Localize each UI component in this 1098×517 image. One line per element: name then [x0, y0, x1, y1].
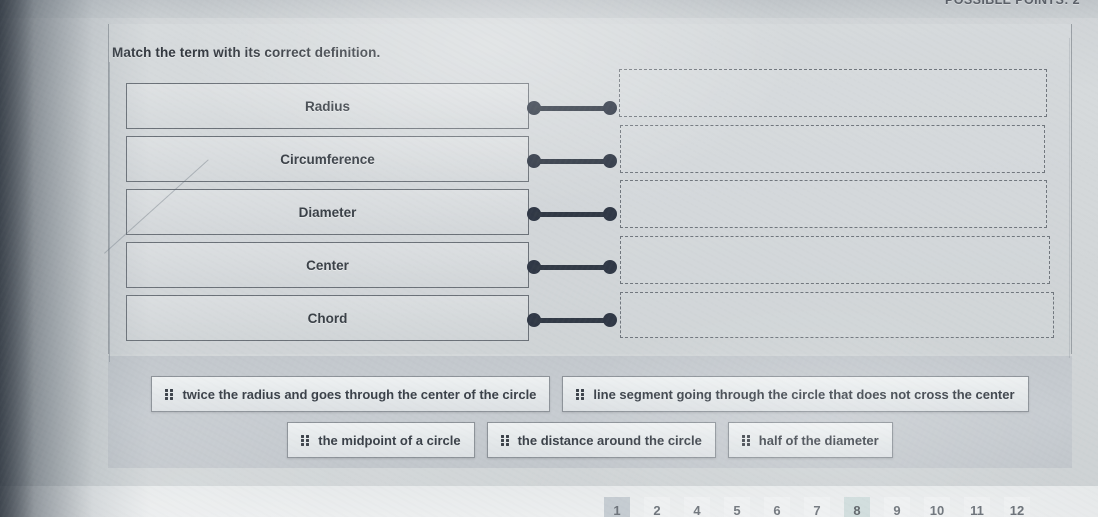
- pagination-page[interactable]: 10: [924, 497, 950, 517]
- drag-handle-icon[interactable]: [576, 388, 585, 400]
- pagination-page[interactable]: 6: [764, 497, 790, 517]
- pagination-page[interactable]: 7: [804, 497, 830, 517]
- pagination-page[interactable]: 4: [684, 497, 710, 517]
- connector-bar-icon: [533, 105, 611, 111]
- answer-chip-label: line segment going through the circle th…: [593, 386, 1015, 402]
- pagination-page[interactable]: 9: [884, 497, 910, 517]
- answer-bank-row-1: twice the radius and goes through the ce…: [108, 376, 1072, 412]
- pagination-page[interactable]: 1: [604, 497, 630, 517]
- pagination-page[interactable]: 11: [964, 497, 990, 517]
- connector-knob-right-icon: [603, 260, 617, 274]
- term-label: Diameter: [298, 204, 357, 220]
- answer-bank: twice the radius and goes through the ce…: [108, 356, 1072, 468]
- term-box-circumference[interactable]: Circumference: [126, 136, 529, 182]
- connector-line-icon: [527, 313, 617, 327]
- match-row: Center: [0, 236, 1098, 290]
- drag-handle-icon[interactable]: [741, 434, 750, 446]
- connector-knob-right-icon: [603, 313, 617, 327]
- answer-chip-distance-around[interactable]: the distance around the circle: [486, 422, 716, 458]
- match-rows: Radius Circumference Diameter Center Cho…: [0, 0, 1098, 360]
- answer-chip-twice-the-radius[interactable]: twice the radius and goes through the ce…: [151, 376, 551, 412]
- connector-line-icon: [527, 207, 617, 221]
- connector-knob-right-icon: [603, 154, 617, 168]
- answer-bank-row-2: the midpoint of a circle the distance ar…: [108, 422, 1072, 458]
- screen-surface: POSSIBLE POINTS: 2 Match the term with i…: [0, 0, 1098, 517]
- connector-line-icon: [527, 260, 617, 274]
- drag-handle-icon[interactable]: [500, 434, 509, 446]
- match-row: Diameter: [0, 180, 1098, 237]
- connector-bar-icon: [533, 211, 611, 217]
- answer-chip-label: the distance around the circle: [517, 432, 702, 448]
- drag-handle-icon[interactable]: [301, 434, 310, 446]
- screen-photo: POSSIBLE POINTS: 2 Match the term with i…: [0, 0, 1098, 517]
- term-label: Chord: [307, 310, 348, 326]
- answer-chip-line-segment[interactable]: line segment going through the circle th…: [562, 376, 1029, 412]
- match-row: Circumference: [0, 125, 1098, 184]
- pagination-page[interactable]: 5: [724, 497, 750, 517]
- term-box-radius[interactable]: Radius: [126, 83, 529, 129]
- connector-bar-icon: [533, 264, 611, 270]
- match-row: Radius: [0, 69, 1098, 131]
- term-box-center[interactable]: Center: [126, 242, 529, 288]
- connector-bar-icon: [533, 317, 611, 323]
- drop-zone-radius[interactable]: [619, 69, 1047, 117]
- term-label: Circumference: [280, 151, 375, 167]
- connector-line-icon: [527, 101, 617, 115]
- connector-bar-icon: [533, 158, 611, 164]
- answer-chip-midpoint[interactable]: the midpoint of a circle: [287, 422, 475, 458]
- pagination-page-current[interactable]: 8: [844, 497, 870, 517]
- drop-zone-circumference[interactable]: [620, 125, 1045, 173]
- term-box-diameter[interactable]: Diameter: [126, 189, 529, 235]
- term-box-chord[interactable]: Chord: [126, 295, 529, 341]
- pagination-bar: 1 2 4 5 6 7 8 9 10 11 12: [0, 486, 1098, 517]
- connector-knob-right-icon: [603, 207, 617, 221]
- answer-chip-half-diameter[interactable]: half of the diameter: [727, 422, 893, 458]
- answer-chip-label: the midpoint of a circle: [318, 432, 461, 448]
- connector-line-icon: [527, 154, 617, 168]
- term-label: Center: [306, 257, 349, 273]
- drop-zone-diameter[interactable]: [620, 180, 1047, 228]
- pagination-page[interactable]: 2: [644, 497, 670, 517]
- answer-chip-label: twice the radius and goes through the ce…: [182, 386, 537, 402]
- answer-chip-label: half of the diameter: [758, 432, 879, 448]
- drop-zone-chord[interactable]: [620, 292, 1054, 338]
- term-label: Radius: [304, 98, 350, 114]
- connector-knob-right-icon: [603, 101, 617, 115]
- drag-handle-icon[interactable]: [165, 388, 174, 400]
- drop-zone-center[interactable]: [620, 236, 1050, 284]
- pagination-pages: 1 2 4 5 6 7 8 9 10 11 12: [604, 497, 1030, 517]
- pagination-page[interactable]: 12: [1004, 497, 1030, 517]
- match-row: Chord: [0, 292, 1098, 343]
